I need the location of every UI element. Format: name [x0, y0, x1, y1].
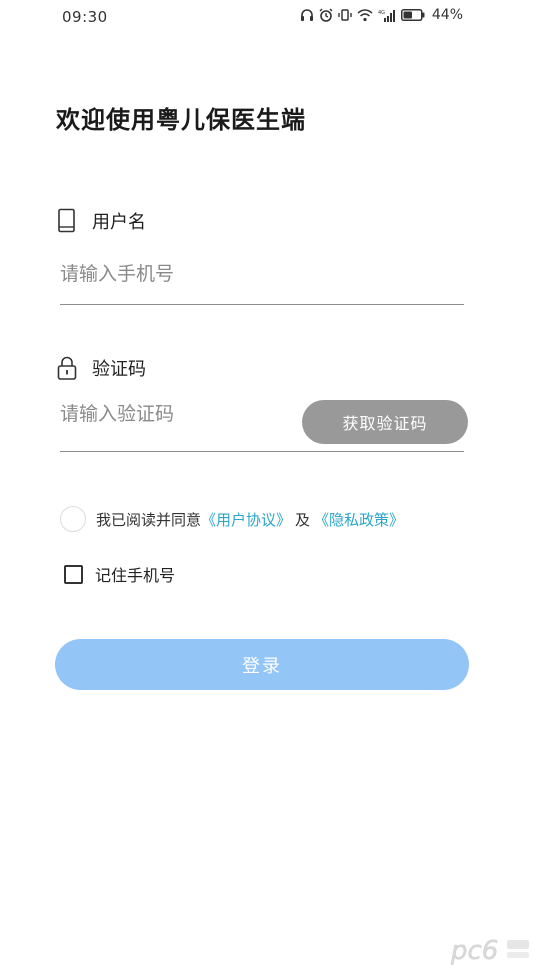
phone-input[interactable] [60, 258, 460, 290]
status-icons: 4G 44% [300, 7, 463, 23]
phone-icon [58, 208, 75, 233]
code-input-underline [60, 451, 464, 452]
vibrate-icon [338, 9, 352, 21]
agreement-radio[interactable] [60, 506, 86, 532]
user-agreement-link[interactable]: 《用户协议》 [201, 509, 291, 530]
lock-icon [57, 356, 77, 380]
code-label: 验证码 [92, 359, 146, 380]
status-time: 09:30 [62, 8, 108, 26]
signal-icon: 4G [378, 9, 395, 22]
username-label: 用户名 [92, 212, 146, 233]
verification-code-input[interactable] [60, 398, 290, 430]
watermark-text: pc6 [450, 936, 498, 966]
get-code-button[interactable]: 获取验证码 [302, 400, 468, 444]
remember-label: 记住手机号 [95, 566, 176, 585]
network-tag: 4G [378, 10, 385, 16]
agreement-row: 我已阅读并同意 《用户协议》 及 《隐私政策》 [60, 506, 404, 532]
agreement-prefix: 我已阅读并同意 [96, 510, 202, 529]
battery-icon [400, 9, 425, 21]
wifi-icon [357, 8, 373, 21]
pc6-logo: pc6 [450, 936, 529, 966]
status-bar: 09:30 4G 44% [0, 0, 545, 34]
battery-percentage: 44% [431, 7, 463, 23]
username-label-row: 用户名 [56, 208, 146, 234]
page-title: 欢迎使用粤儿保医生端 [56, 106, 306, 134]
code-label-row: 验证码 [56, 355, 146, 381]
remember-checkbox[interactable] [64, 564, 83, 584]
remember-row[interactable]: 记住手机号 [64, 562, 175, 586]
headset-icon [300, 9, 313, 21]
agreement-separator: 及 [295, 510, 311, 529]
phone-input-underline [60, 304, 464, 305]
alarm-icon [319, 8, 333, 22]
login-button[interactable]: 登录 [55, 639, 469, 690]
privacy-policy-link[interactable]: 《隐私政策》 [314, 509, 404, 530]
